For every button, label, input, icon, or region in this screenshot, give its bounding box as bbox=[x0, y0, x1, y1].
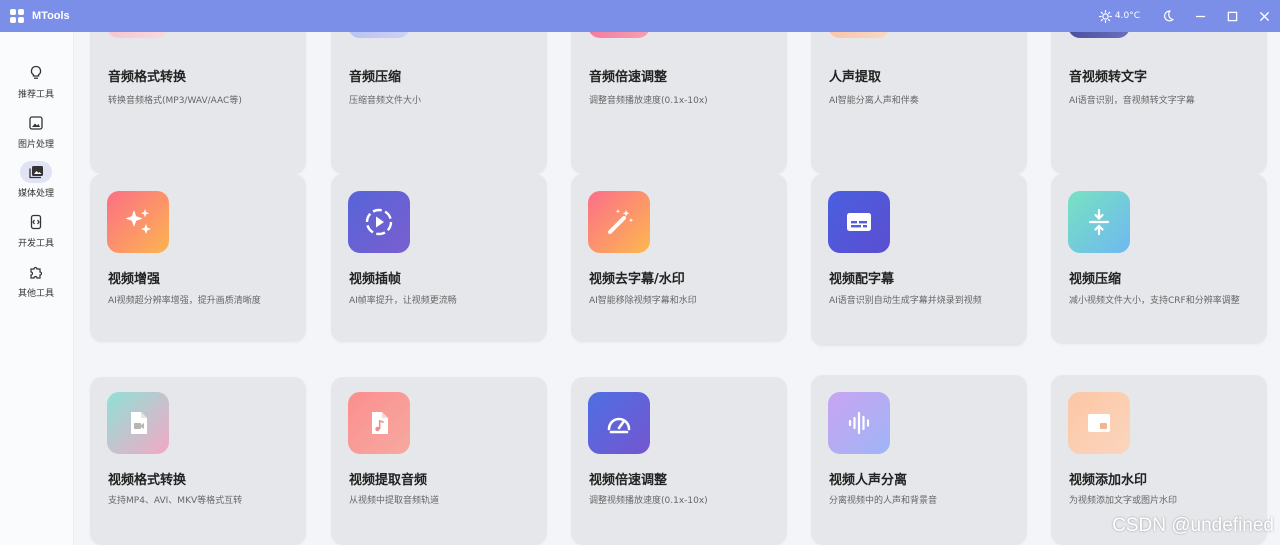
card-description: 为视频添加文字或图片水印 bbox=[1069, 496, 1178, 506]
card-title: 视频压缩 bbox=[1069, 272, 1122, 287]
card-description: AI语音识别，音视频转文字字幕 bbox=[1069, 96, 1195, 106]
sun-icon bbox=[1098, 9, 1112, 23]
csdn-watermark: CSDN @undefined bbox=[1112, 515, 1274, 536]
sidebar-item-recommended[interactable]: 推荐工具 bbox=[8, 60, 64, 106]
sidebar-item-media[interactable]: 媒体处理 bbox=[8, 159, 64, 205]
sparkles-icon bbox=[107, 191, 169, 253]
card-description: 分离视频中的人声和背景音 bbox=[829, 496, 938, 506]
sidebar-item-other[interactable]: 其他工具 bbox=[8, 259, 64, 305]
audio-format-icon bbox=[107, 32, 169, 38]
title-bar: MTools 4.0°C bbox=[0, 0, 1280, 32]
card-title: 视频格式转换 bbox=[108, 473, 187, 488]
audio-compress-icon bbox=[348, 32, 410, 38]
card-title: 视频提取音频 bbox=[349, 473, 428, 488]
card-description: 调整音频播放速度(0.1x-10x) bbox=[589, 96, 708, 106]
image-icon bbox=[20, 112, 52, 134]
watermark-icon bbox=[1068, 392, 1130, 454]
theme-toggle-button[interactable] bbox=[1152, 0, 1184, 32]
sidebar-item-image[interactable]: 图片处理 bbox=[8, 110, 64, 156]
card-description: 转换音频格式(MP3/WAV/AAC等) bbox=[108, 96, 242, 106]
sidebar: 推荐工具 图片处理 媒体处理 开发工具 其他工具 bbox=[0, 32, 74, 545]
close-icon bbox=[1259, 11, 1269, 21]
code-icon bbox=[20, 211, 52, 233]
sidebar-item-dev[interactable]: 开发工具 bbox=[8, 209, 64, 255]
card-title: 视频人声分离 bbox=[829, 473, 908, 488]
vocal-extract-icon bbox=[828, 32, 890, 38]
app-logo-icon bbox=[10, 9, 24, 23]
tool-card-audio-format[interactable]: 音频格式转换 转换音频格式(MP3/WAV/AAC等) bbox=[90, 32, 306, 174]
tool-card-audio-speed[interactable]: 音频倍速调整 调整音频播放速度(0.1x-10x) bbox=[571, 32, 787, 174]
speedometer-icon bbox=[588, 392, 650, 454]
card-title: 人声提取 bbox=[829, 70, 882, 85]
card-description: 支持MP4、AVI、MKV等格式互转 bbox=[108, 496, 243, 506]
weather-temperature: 4.0°C bbox=[1114, 11, 1140, 21]
sidebar-item-label: 图片处理 bbox=[17, 140, 54, 150]
card-description: 压缩音频文件大小 bbox=[349, 96, 422, 106]
card-title: 音视频转文字 bbox=[1069, 70, 1148, 85]
card-description: 从视频中提取音频轨道 bbox=[349, 496, 440, 506]
minimize-button[interactable] bbox=[1184, 0, 1216, 32]
card-description: AI帧率提升，让视频更流畅 bbox=[349, 296, 457, 306]
video-file-icon bbox=[107, 392, 169, 454]
card-title: 音频压缩 bbox=[349, 70, 402, 85]
sidebar-item-label: 其他工具 bbox=[17, 289, 54, 299]
tool-card-vocal-extract[interactable]: 人声提取 AI智能分离人声和伴奏 bbox=[811, 32, 1027, 174]
tool-card-audio-compress[interactable]: 音频压缩 压缩音频文件大小 bbox=[331, 32, 547, 174]
tool-card-video-enhance[interactable]: 视频增强 AI视频超分辨率增强，提升画质清晰度 bbox=[90, 174, 306, 342]
card-description: 减小视频文件大小，支持CRF和分辨率调整 bbox=[1069, 296, 1240, 306]
tool-card-speech-to-text[interactable]: 音视频转文字 AI语音识别，音视频转文字字幕 bbox=[1051, 32, 1267, 174]
speech-to-text-icon bbox=[1068, 32, 1130, 38]
lightbulb-icon bbox=[20, 62, 52, 84]
tool-card-video-speed[interactable]: 视频倍速调整 调整视频播放速度(0.1x-10x) bbox=[571, 377, 787, 545]
sidebar-item-label: 推荐工具 bbox=[17, 90, 54, 100]
card-description: 调整视频播放速度(0.1x-10x) bbox=[589, 496, 708, 506]
play-circle-icon bbox=[348, 191, 410, 253]
tool-card-remove-subtitle[interactable]: 视频去字幕/水印 AI智能移除视频字幕和水印 bbox=[571, 174, 787, 342]
card-title: 视频倍速调整 bbox=[589, 473, 668, 488]
sidebar-item-label: 媒体处理 bbox=[17, 189, 54, 199]
tool-card-extract-audio[interactable]: 视频提取音频 从视频中提取音频轨道 bbox=[331, 377, 547, 545]
subtitles-icon bbox=[828, 191, 890, 253]
compress-icon bbox=[1068, 191, 1130, 253]
card-description: AI智能分离人声和伴奏 bbox=[829, 96, 919, 106]
audio-speed-icon bbox=[588, 32, 650, 38]
card-description: AI智能移除视频字幕和水印 bbox=[589, 296, 697, 306]
waveform-icon bbox=[828, 392, 890, 454]
tool-card-video-compress[interactable]: 视频压缩 减小视频文件大小，支持CRF和分辨率调整 bbox=[1051, 174, 1267, 344]
minimize-icon bbox=[1195, 15, 1205, 17]
app-title: MTools bbox=[32, 10, 70, 22]
tool-grid: 音频格式转换 转换音频格式(MP3/WAV/AAC等) 音频压缩 压缩音频文件大… bbox=[75, 32, 1280, 545]
card-title: 视频添加水印 bbox=[1069, 473, 1148, 488]
puzzle-icon bbox=[20, 261, 52, 283]
close-button[interactable] bbox=[1248, 0, 1280, 32]
media-icon bbox=[20, 161, 52, 183]
card-title: 视频配字幕 bbox=[829, 272, 895, 287]
tool-card-vocal-separation[interactable]: 视频人声分离 分离视频中的人声和背景音 bbox=[811, 375, 1027, 545]
moon-icon bbox=[1164, 10, 1174, 22]
tool-card-video-format[interactable]: 视频格式转换 支持MP4、AVI、MKV等格式互转 bbox=[90, 377, 306, 545]
sidebar-item-label: 开发工具 bbox=[17, 239, 54, 249]
card-title: 视频增强 bbox=[108, 272, 161, 287]
card-title: 视频去字幕/水印 bbox=[589, 272, 685, 287]
card-title: 视频插帧 bbox=[349, 272, 402, 287]
music-file-icon bbox=[348, 392, 410, 454]
tool-card-add-subtitle[interactable]: 视频配字幕 AI语音识别自动生成字幕并烧录到视频 bbox=[811, 174, 1027, 346]
card-title: 音频格式转换 bbox=[108, 70, 187, 85]
maximize-button[interactable] bbox=[1216, 0, 1248, 32]
maximize-icon bbox=[1227, 11, 1237, 21]
card-description: AI语音识别自动生成字幕并烧录到视频 bbox=[829, 296, 982, 306]
tool-card-video-interpolation[interactable]: 视频插帧 AI帧率提升，让视频更流畅 bbox=[331, 174, 547, 342]
card-description: AI视频超分辨率增强，提升画质清晰度 bbox=[108, 296, 261, 306]
card-title: 音频倍速调整 bbox=[589, 70, 668, 85]
weather-widget[interactable]: 4.0°C bbox=[1098, 9, 1140, 23]
magic-wand-icon bbox=[588, 191, 650, 253]
